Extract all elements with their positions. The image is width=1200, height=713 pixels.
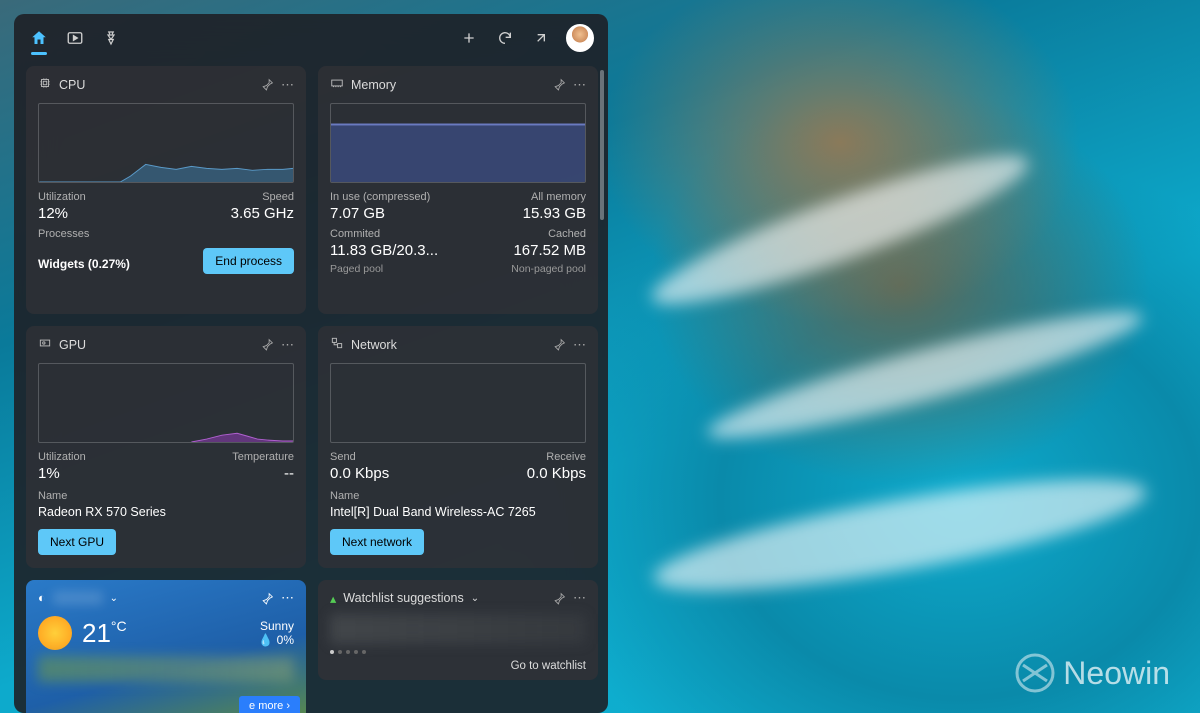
chevron-down-icon[interactable]: ⌄ — [471, 593, 479, 604]
gpu-chart — [38, 363, 294, 443]
mem-all-label: All memory — [458, 191, 586, 203]
more-icon[interactable]: ⋯ — [573, 590, 586, 606]
mem-committed-label: Commited — [330, 228, 458, 240]
memory-title: Memory — [351, 78, 396, 92]
watchlist-title: Watchlist suggestions — [343, 591, 463, 605]
widgets-scroll-area[interactable]: CPU ⋯ Utilization Speed 12% 3.65 GHz — [14, 58, 608, 713]
net-name-label: Name — [330, 490, 586, 502]
cpu-speed-label: Speed — [166, 191, 294, 203]
pin-icon[interactable] — [261, 78, 274, 91]
widgets-toolbar — [14, 14, 608, 58]
see-more-button[interactable]: e more › — [239, 696, 300, 713]
next-network-button[interactable]: Next network — [330, 529, 424, 555]
expand-icon[interactable] — [530, 27, 552, 49]
games-tab-icon[interactable] — [100, 27, 122, 49]
net-recv-value: 0.0 Kbps — [458, 465, 586, 482]
cpu-widget: CPU ⋯ Utilization Speed 12% 3.65 GHz — [26, 66, 306, 314]
memory-icon — [330, 76, 344, 93]
pin-icon[interactable] — [553, 338, 566, 351]
weather-widget: ◐ ⌄ ⋯ 21°C Sunny 💧 0% e — [26, 580, 306, 713]
gpu-widget: GPU ⋯ Utilization Temperature 1% -- — [26, 326, 306, 568]
cpu-chart — [38, 103, 294, 183]
network-widget: Network ⋯ Send Receive 0.0 Kbps 0.0 Kbps… — [318, 326, 598, 568]
mem-paged-label: Paged pool — [330, 263, 383, 275]
more-icon[interactable]: ⋯ — [573, 77, 586, 93]
network-icon — [330, 336, 344, 353]
weather-temp: 21°C — [82, 618, 127, 649]
net-send-value: 0.0 Kbps — [330, 465, 458, 482]
gpu-icon — [38, 336, 52, 353]
cpu-speed-value: 3.65 GHz — [166, 205, 294, 222]
network-title: Network — [351, 338, 397, 352]
watermark: Neowin — [1015, 653, 1170, 693]
pin-icon[interactable] — [261, 592, 274, 605]
gpu-util-value: 1% — [38, 465, 166, 482]
more-icon[interactable]: ⋯ — [281, 77, 294, 93]
widgets-panel: CPU ⋯ Utilization Speed 12% 3.65 GHz — [14, 14, 608, 713]
home-tab-icon[interactable] — [28, 27, 50, 49]
mem-nonpaged-label: Non-paged pool — [511, 263, 586, 275]
gpu-title: GPU — [59, 338, 86, 352]
more-icon[interactable]: ⋯ — [281, 590, 294, 606]
pagination-dots[interactable] — [330, 650, 586, 654]
memory-widget: Memory ⋯ In use (compressed) All memory … — [318, 66, 598, 314]
mem-all-value: 15.93 GB — [458, 205, 586, 222]
cpu-title: CPU — [59, 78, 85, 92]
mem-cached-label: Cached — [458, 228, 586, 240]
watchlist-content-blurred — [330, 614, 586, 644]
gpu-temp-label: Temperature — [166, 451, 294, 463]
stock-up-icon: ▴ — [330, 591, 336, 606]
next-gpu-button[interactable]: Next GPU — [38, 529, 116, 555]
scrollbar[interactable] — [600, 70, 604, 220]
profile-avatar[interactable] — [566, 24, 594, 52]
add-widget-icon[interactable] — [458, 27, 480, 49]
weather-forecast-blurred — [38, 656, 294, 682]
cpu-icon — [38, 76, 52, 93]
pin-icon[interactable] — [261, 338, 274, 351]
weather-precip: 💧 0% — [258, 633, 294, 647]
mem-inuse-label: In use (compressed) — [330, 191, 458, 203]
mem-cached-value: 167.52 MB — [458, 242, 586, 259]
weather-circle-icon: ◐ — [38, 591, 46, 605]
gpu-name-label: Name — [38, 490, 294, 502]
mem-committed-value: 11.83 GB/20.3... — [330, 242, 458, 259]
net-send-label: Send — [330, 451, 458, 463]
sun-icon — [38, 616, 72, 650]
cpu-top-process: Widgets (0.27%) — [38, 257, 130, 271]
net-recv-label: Receive — [458, 451, 586, 463]
weather-location-blurred — [53, 591, 103, 605]
pin-icon[interactable] — [553, 592, 566, 605]
end-process-button[interactable]: End process — [203, 248, 294, 274]
more-icon[interactable]: ⋯ — [281, 337, 294, 353]
net-name-value: Intel[R] Dual Band Wireless-AC 7265 — [330, 505, 586, 519]
cpu-util-label: Utilization — [38, 191, 166, 203]
chevron-down-icon[interactable]: ⌄ — [110, 593, 118, 604]
gpu-name-value: Radeon RX 570 Series — [38, 505, 294, 519]
cpu-processes-label: Processes — [38, 228, 294, 240]
pin-icon[interactable] — [553, 78, 566, 91]
network-chart — [330, 363, 586, 443]
refresh-icon[interactable] — [494, 27, 516, 49]
watchlist-widget: ▴ Watchlist suggestions ⌄ ⋯ Go to watchl… — [318, 580, 598, 680]
mem-inuse-value: 7.07 GB — [330, 205, 458, 222]
cpu-util-value: 12% — [38, 205, 166, 222]
memory-chart — [330, 103, 586, 183]
gpu-temp-value: -- — [166, 465, 294, 482]
gpu-util-label: Utilization — [38, 451, 166, 463]
more-icon[interactable]: ⋯ — [573, 337, 586, 353]
weather-condition: Sunny — [258, 619, 294, 633]
play-tab-icon[interactable] — [64, 27, 86, 49]
go-to-watchlist-link[interactable]: Go to watchlist — [511, 660, 586, 672]
